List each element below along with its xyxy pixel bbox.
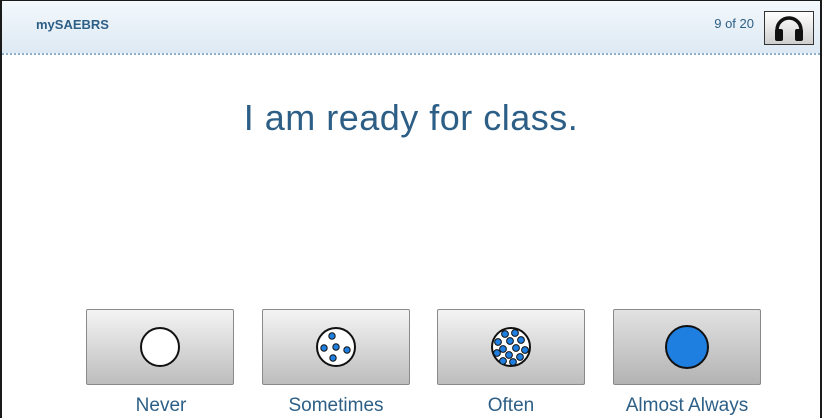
choice-sometimes-button[interactable] (262, 309, 410, 385)
few-dots-circle-icon (316, 327, 356, 367)
empty-circle-icon (140, 327, 180, 367)
choice-often-label[interactable]: Often (426, 395, 596, 417)
choice-almost-always-button[interactable] (613, 309, 761, 385)
choice-almost-always-label[interactable]: Almost Always (602, 395, 772, 417)
headphones-icon (775, 16, 803, 41)
audio-button[interactable] (764, 11, 814, 45)
top-bar: mySAEBRS 9 of 20 (2, 1, 820, 55)
choice-never-label[interactable]: Never (76, 395, 246, 417)
choice-sometimes-label[interactable]: Sometimes (251, 395, 421, 417)
app-frame: mySAEBRS 9 of 20 I am ready for class. N… (0, 0, 822, 418)
app-title: mySAEBRS (36, 17, 109, 32)
question-text: I am ready for class. (243, 97, 579, 138)
many-dots-circle-icon (491, 327, 531, 367)
choice-never-button[interactable] (86, 309, 234, 385)
filled-circle-icon (665, 325, 709, 369)
choice-often-button[interactable] (437, 309, 585, 385)
question-counter: 9 of 20 (714, 16, 754, 31)
